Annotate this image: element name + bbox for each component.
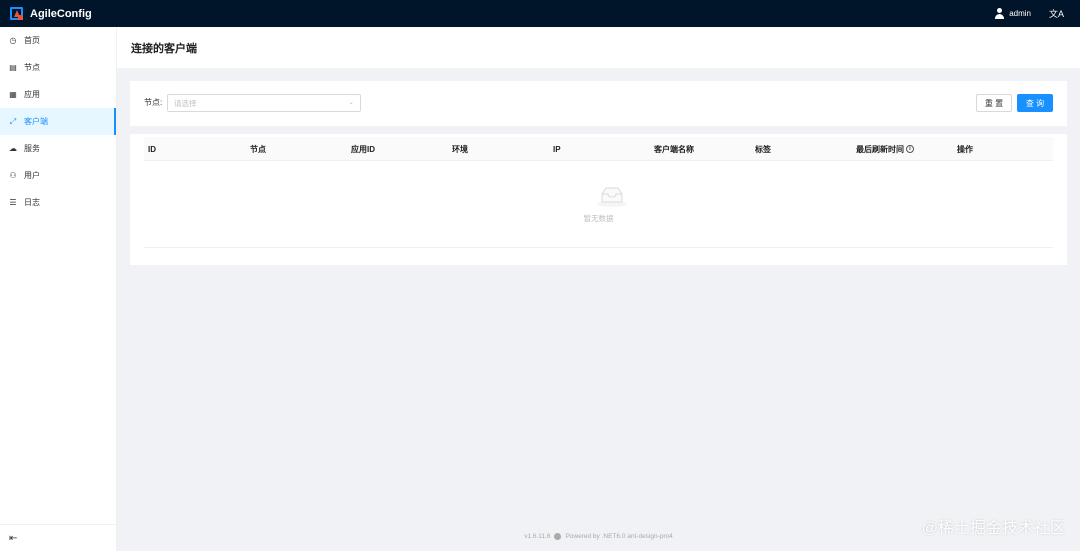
menu-fold-icon: ⇤: [9, 532, 18, 544]
sidebar-item-home[interactable]: ◷ 首页: [0, 27, 116, 54]
sidebar: ◷ 首页 ▤ 节点 ▦ 应用 ⤢ 客户端 ☁ 服务 ⚇ 用户 ☰ 日志 ⇤: [0, 27, 117, 551]
page-header: 连接的客户端: [117, 27, 1080, 68]
table-header: ID 节点 应用ID 环境 IP 客户端名称 标签 最后刷新时间 i 操作: [144, 137, 1053, 161]
empty-text: 暂无数据: [583, 214, 614, 223]
search-form: 节点: 请选择 ⌄ 重 置 查 询: [130, 81, 1067, 126]
sidebar-item-label: 服务: [24, 144, 40, 153]
sidebar-item-nodes[interactable]: ▤ 节点: [0, 54, 116, 81]
user-avatar-icon[interactable]: [994, 7, 1006, 20]
client-icon: ⤢: [9, 116, 17, 126]
node-icon: ▤: [9, 63, 17, 72]
sidebar-item-label: 首页: [24, 36, 40, 45]
cloud-icon: ☁: [9, 144, 17, 153]
sidebar-collapse-button[interactable]: ⇤: [0, 524, 117, 551]
column-header-label: 最后刷新时间: [856, 144, 904, 154]
node-filter-label: 节点:: [144, 98, 163, 107]
sidebar-item-logs[interactable]: ☰ 日志: [0, 189, 116, 216]
node-select[interactable]: 请选择 ⌄: [167, 94, 361, 112]
sidebar-item-label: 日志: [24, 198, 40, 207]
clients-table: ID 节点 应用ID 环境 IP 客户端名称 标签 最后刷新时间 i 操作 暂无…: [130, 134, 1067, 265]
sidebar-item-label: 节点: [24, 63, 40, 72]
chevron-down-icon: ⌄: [348, 99, 354, 106]
column-header-last-refresh: 最后刷新时间 i: [856, 137, 914, 161]
username[interactable]: admin: [1009, 9, 1031, 18]
column-header-id: ID: [148, 144, 156, 154]
column-header-tag: 标签: [755, 144, 771, 154]
column-header-actions: 操作: [957, 144, 973, 154]
log-icon: ☰: [9, 198, 17, 207]
language-icon[interactable]: 文A: [1049, 7, 1064, 20]
column-header-client-name: 客户端名称: [654, 144, 694, 154]
logo-icon: [10, 7, 23, 20]
user-icon: ⚇: [9, 171, 17, 180]
version-text: v1.6.11.6: [524, 533, 551, 540]
github-icon[interactable]: [554, 533, 562, 540]
app-name: AgileConfig: [30, 7, 92, 20]
top-header: AgileConfig admin 文A: [0, 0, 1080, 27]
column-header-app-id: 应用ID: [351, 144, 375, 154]
sidebar-item-clients[interactable]: ⤢ 客户端: [0, 108, 116, 135]
empty-state: 暂无数据: [144, 161, 1053, 248]
reset-button[interactable]: 重 置: [976, 94, 1012, 112]
sidebar-item-label: 用户: [24, 171, 40, 180]
app-icon: ▦: [9, 90, 17, 99]
page-title: 连接的客户端: [131, 42, 197, 55]
info-icon[interactable]: i: [906, 145, 914, 153]
dashboard-icon: ◷: [9, 36, 17, 45]
sidebar-item-label: 客户端: [24, 117, 48, 126]
column-header-node: 节点: [250, 144, 266, 154]
watermark: @稀土掘金技术社区: [921, 520, 1066, 537]
column-header-env: 环境: [452, 144, 468, 154]
query-button[interactable]: 查 询: [1017, 94, 1053, 112]
header-actions: admin 文A: [994, 7, 1064, 20]
empty-inbox-icon: [597, 187, 627, 207]
column-header-ip: IP: [553, 144, 561, 154]
sidebar-item-label: 应用: [24, 90, 40, 99]
powered-by-text: Powered by .NET6.0 ant-design-pro4: [565, 533, 673, 540]
node-select-placeholder: 请选择: [174, 98, 197, 108]
sidebar-item-apps[interactable]: ▦ 应用: [0, 81, 116, 108]
sidebar-item-services[interactable]: ☁ 服务: [0, 135, 116, 162]
sidebar-item-users[interactable]: ⚇ 用户: [0, 162, 116, 189]
app-logo[interactable]: AgileConfig: [10, 7, 92, 20]
